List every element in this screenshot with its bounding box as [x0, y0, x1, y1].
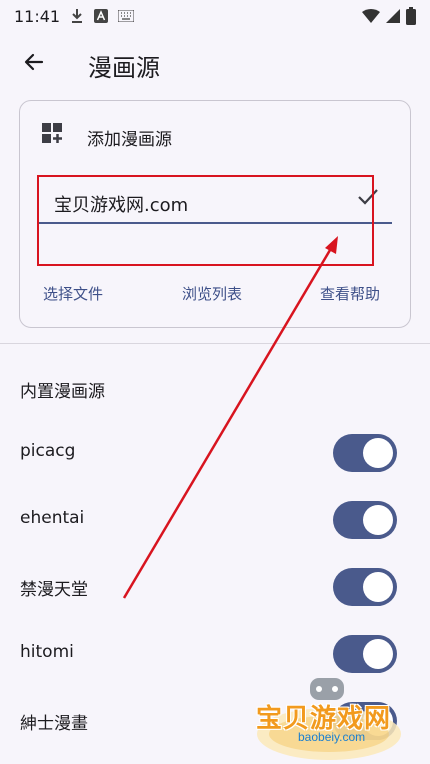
- card-title: 添加漫画源: [87, 130, 172, 150]
- toggle-thumb: [363, 572, 393, 602]
- watermark-url: baobeiy.com: [298, 730, 366, 744]
- card-actions: 选择文件 浏览列表 查看帮助: [20, 283, 412, 307]
- arrow-back-icon: [22, 50, 46, 78]
- source-label: ehentai: [20, 508, 85, 528]
- cellular-icon: [386, 9, 400, 23]
- app-bar: 漫画源: [0, 38, 430, 90]
- watermark-logo: 宝贝游戏网 baobeiy.com: [254, 672, 404, 764]
- source-row-ehentai: ehentai: [0, 496, 430, 546]
- status-time: 11:41: [14, 6, 61, 26]
- toggle-thumb: [363, 505, 393, 535]
- annotation-highlight-box: [37, 175, 374, 266]
- toggle-thumb: [363, 639, 393, 669]
- source-label: 紳士漫畫: [20, 714, 88, 734]
- battery-icon: [406, 7, 416, 25]
- section-divider: [0, 343, 430, 344]
- download-icon: [70, 8, 84, 24]
- dashboard-add-icon: [40, 121, 64, 149]
- card-header: [40, 121, 64, 149]
- status-bar: 11:41: [0, 0, 430, 32]
- a-notification-icon: [94, 9, 109, 23]
- status-right: [362, 7, 416, 25]
- wifi-icon: [362, 9, 380, 23]
- status-left: 11:41: [14, 6, 135, 26]
- source-row-picacg: picacg: [0, 429, 430, 479]
- keyboard-icon: [118, 10, 135, 22]
- builtin-section-title: 内置漫画源: [20, 382, 105, 402]
- view-help-button[interactable]: 查看帮助: [320, 283, 380, 304]
- select-file-button[interactable]: 选择文件: [43, 283, 103, 304]
- browse-list-button[interactable]: 浏览列表: [182, 283, 242, 304]
- source-row-jinman: 禁漫天堂: [0, 563, 430, 613]
- source-toggle[interactable]: [333, 635, 397, 673]
- source-toggle[interactable]: [333, 434, 397, 472]
- source-label: picacg: [20, 441, 76, 461]
- page-title: 漫画源: [88, 54, 160, 82]
- back-button[interactable]: [14, 44, 54, 84]
- source-label: 禁漫天堂: [20, 580, 88, 600]
- toggle-thumb: [363, 438, 393, 468]
- source-toggle[interactable]: [333, 501, 397, 539]
- source-toggle[interactable]: [333, 568, 397, 606]
- source-label: hitomi: [20, 642, 74, 662]
